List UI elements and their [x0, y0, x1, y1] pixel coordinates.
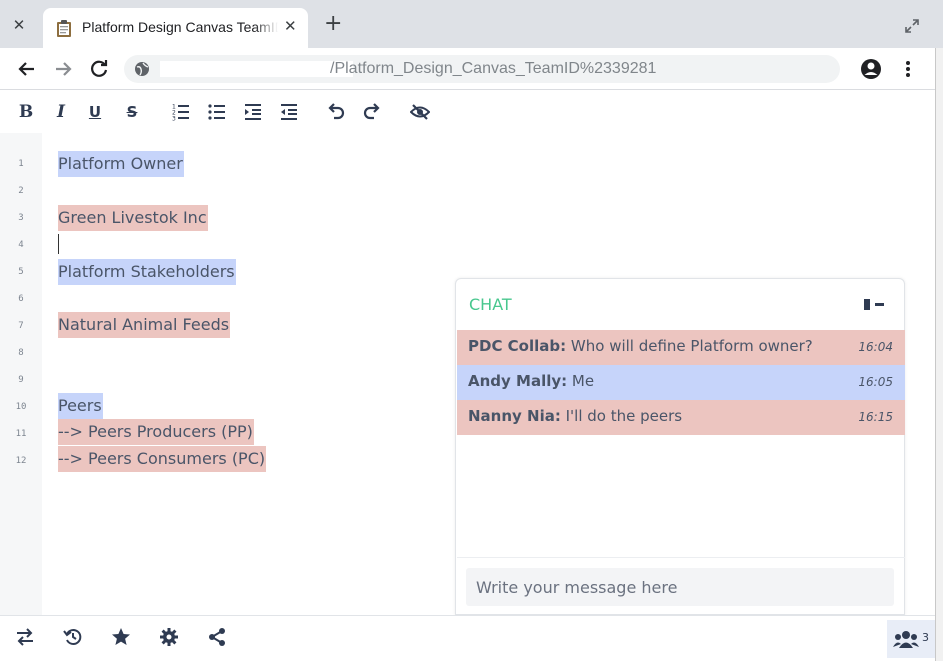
- indent-icon[interactable]: [242, 101, 264, 123]
- chat-title: CHAT: [469, 295, 512, 314]
- forward-arrow-icon[interactable]: [50, 56, 76, 82]
- redacted-url-host: [160, 61, 353, 77]
- chat-message: Nanny Nia: I'll do the peers 16:15: [457, 400, 905, 435]
- maximize-icon[interactable]: [904, 18, 920, 34]
- browser-tab[interactable]: Platform Design Canvas TeamID ✕: [43, 8, 308, 48]
- bottom-bar: 3: [0, 615, 935, 661]
- chat-message: PDC Collab: Who will define Platform own…: [457, 330, 905, 365]
- browser-toolbar: /Platform_Design_Canvas_TeamID%2339281: [0, 48, 935, 90]
- bold-icon[interactable]: B: [15, 101, 37, 123]
- message-author: Nanny Nia:: [468, 407, 561, 425]
- chat-panel: CHAT PDC Collab: Who will define Platfor…: [455, 278, 905, 615]
- bullet-list-icon[interactable]: [206, 101, 228, 123]
- tab-close-icon[interactable]: ✕: [284, 17, 297, 35]
- message-text: Who will define Platform owner?: [566, 337, 813, 355]
- users-icon: [893, 631, 919, 648]
- line-number: 8: [18, 348, 24, 358]
- svg-text:3: 3: [172, 116, 176, 123]
- online-users-button[interactable]: 3: [887, 620, 935, 658]
- gear-icon[interactable]: [159, 627, 181, 649]
- line-number: 9: [18, 375, 24, 385]
- redo-icon[interactable]: [361, 101, 383, 123]
- editor-line-text[interactable]: --> Peers Producers (PP): [58, 419, 254, 445]
- swap-icon[interactable]: [15, 627, 37, 649]
- globe-icon: [135, 62, 149, 76]
- italic-icon[interactable]: I: [50, 101, 72, 123]
- line-number-gutter: 1 2 3 4 5 6 7 8 9 10 11 12: [0, 133, 42, 615]
- user-count: 3: [922, 631, 929, 644]
- new-tab-icon[interactable]: +: [324, 13, 342, 35]
- editor-toolbar: B I U S 123: [0, 91, 935, 133]
- message-text: I'll do the peers: [560, 407, 683, 425]
- line-number: 10: [15, 402, 27, 412]
- line-number: 2: [18, 186, 24, 196]
- close-window-icon[interactable]: ✕: [8, 14, 30, 36]
- outdent-icon[interactable]: [278, 101, 300, 123]
- back-arrow-icon[interactable]: [14, 56, 40, 82]
- browser-tab-bar: ✕ Platform Design Canvas TeamID ✕ +: [0, 0, 943, 48]
- editor-line-text[interactable]: --> Peers Consumers (PC): [58, 446, 267, 472]
- editor-line-text[interactable]: Peers: [58, 393, 103, 419]
- strikethrough-icon[interactable]: S: [121, 101, 143, 123]
- history-icon[interactable]: [63, 627, 85, 649]
- message-time: 16:05: [858, 375, 893, 389]
- line-number: 12: [15, 456, 27, 466]
- message-time: 16:04: [858, 340, 893, 354]
- text-cursor: [58, 234, 59, 254]
- editor-line-text[interactable]: Green Livestok Inc: [58, 205, 208, 231]
- message-author: Andy Mally:: [468, 372, 568, 390]
- chat-message-input[interactable]: [466, 568, 894, 606]
- line-number: 7: [18, 321, 24, 331]
- chat-message: Andy Mally: Me 16:05: [457, 365, 905, 400]
- more-menu-icon[interactable]: [901, 58, 915, 80]
- tab-title: Platform Design Canvas TeamID: [82, 19, 278, 35]
- line-number: 5: [18, 267, 24, 277]
- underline-icon[interactable]: U: [84, 101, 106, 123]
- message-text: Me: [567, 372, 595, 390]
- ordered-list-icon[interactable]: 123: [170, 101, 192, 123]
- message-author: PDC Collab:: [468, 337, 567, 355]
- editor-line-text[interactable]: Natural Animal Feeds: [58, 312, 231, 338]
- chat-input-area: [457, 557, 905, 615]
- url-text: /Platform_Design_Canvas_TeamID%2339281: [330, 60, 657, 77]
- eye-off-icon[interactable]: [409, 101, 431, 123]
- reload-icon[interactable]: [86, 56, 112, 82]
- line-number: 4: [18, 240, 24, 250]
- window-right-edge: [935, 48, 943, 661]
- line-number: 1: [18, 159, 24, 169]
- line-number: 6: [18, 294, 24, 304]
- message-time: 16:15: [858, 410, 893, 424]
- editor-line-text[interactable]: Platform Stakeholders: [58, 259, 236, 285]
- clipboard-icon: [57, 20, 71, 37]
- undo-icon[interactable]: [325, 101, 347, 123]
- minimize-chat-icon[interactable]: [862, 297, 888, 311]
- profile-icon[interactable]: [860, 58, 882, 80]
- line-number: 11: [15, 429, 27, 439]
- share-icon[interactable]: [207, 627, 229, 649]
- line-number: 3: [18, 213, 24, 223]
- star-icon[interactable]: [111, 627, 133, 649]
- editor-line-text[interactable]: Platform Owner: [58, 151, 184, 177]
- address-bar[interactable]: /Platform_Design_Canvas_TeamID%2339281: [124, 55, 840, 83]
